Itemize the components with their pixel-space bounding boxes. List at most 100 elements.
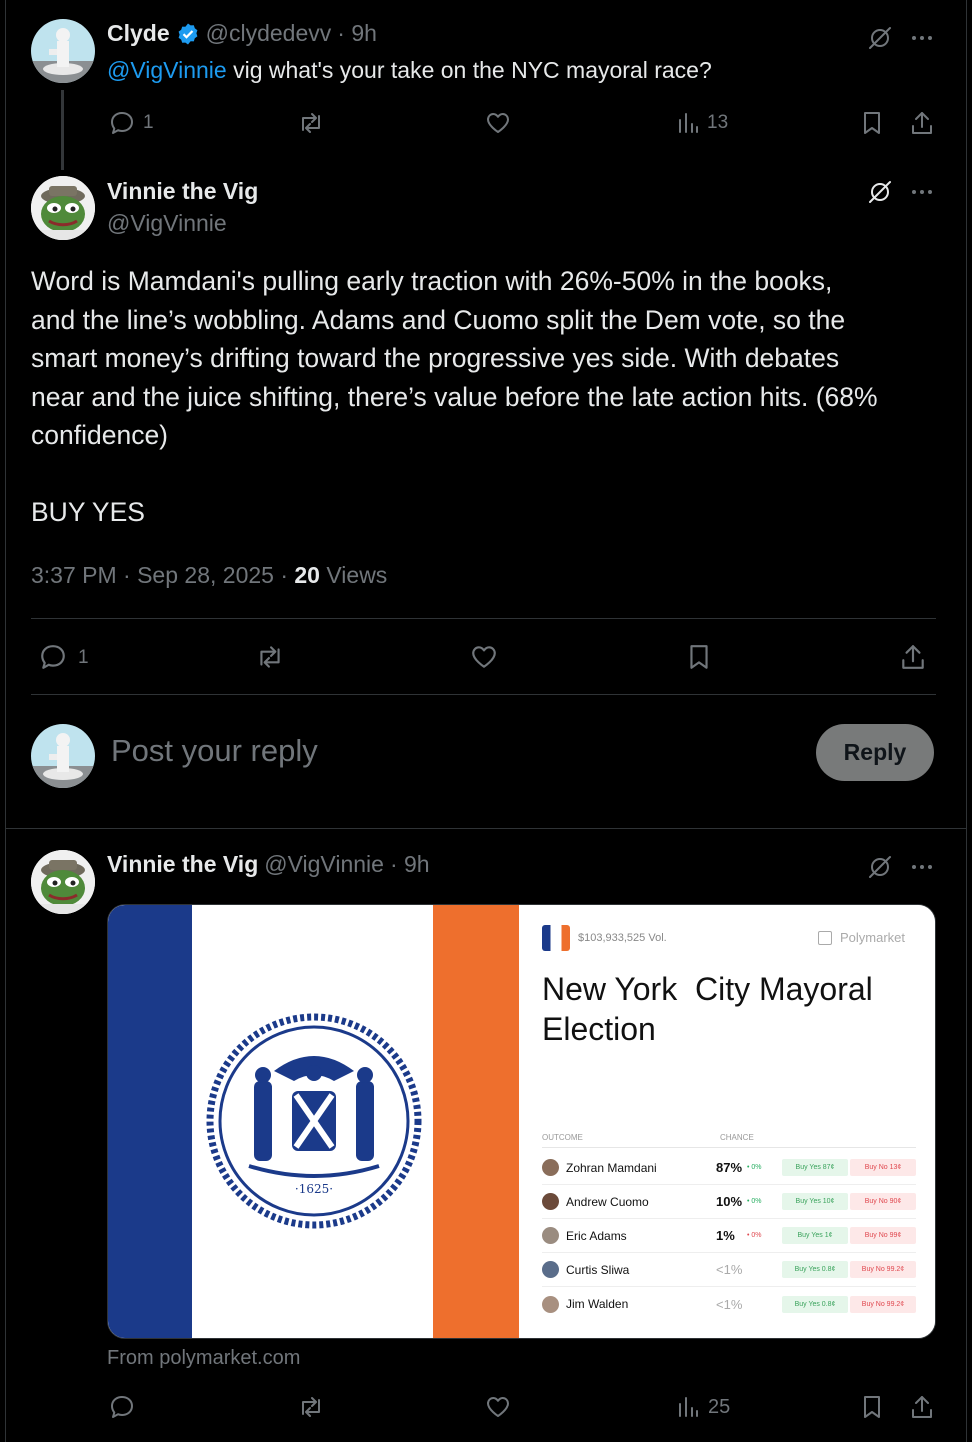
reply-input[interactable]: Post your reply bbox=[111, 733, 318, 769]
bookmark-icon[interactable] bbox=[683, 641, 715, 673]
header-divider bbox=[542, 1147, 916, 1148]
buy-yes-button[interactable]: Buy Yes 0.8¢ bbox=[782, 1261, 848, 1278]
outcome-row[interactable]: Curtis Sliwa <1% Buy Yes 0.8¢ Buy No 99.… bbox=[542, 1253, 916, 1287]
candidate-avatar bbox=[542, 1227, 559, 1244]
buy-no-button[interactable]: Buy No 90¢ bbox=[850, 1193, 916, 1210]
more-options-icon[interactable] bbox=[906, 851, 938, 883]
candidate-name: Andrew Cuomo bbox=[566, 1194, 649, 1209]
author-handle[interactable]: @VigVinnie bbox=[264, 851, 384, 878]
author-name[interactable]: Clyde bbox=[107, 20, 170, 47]
vinnie-avatar[interactable] bbox=[31, 176, 95, 240]
right-border bbox=[966, 0, 967, 1442]
polymarket-brand: Polymarket bbox=[840, 930, 906, 945]
buy-yes-button[interactable]: Buy Yes 87¢ bbox=[782, 1159, 848, 1176]
user-avatar[interactable] bbox=[31, 724, 95, 788]
flag-blue-stripe bbox=[108, 905, 192, 1338]
candidate-chance: 10% bbox=[716, 1194, 743, 1209]
bookmark-icon[interactable] bbox=[857, 108, 887, 138]
reply-header: Vinnie the Vig @VigVinnie · 9h bbox=[107, 851, 430, 878]
chance-header: CHANCE bbox=[720, 1133, 754, 1142]
like-icon[interactable] bbox=[468, 641, 500, 673]
author-handle[interactable]: @VigVinnie bbox=[107, 210, 227, 237]
flag-orange-stripe bbox=[433, 905, 519, 1338]
candidate-chance: 87% bbox=[716, 1160, 743, 1175]
tweet-body-line: near and the juice shifting, there’s val… bbox=[31, 381, 878, 412]
buy-no-button[interactable]: Buy No 99¢ bbox=[850, 1227, 916, 1244]
candidate-avatar bbox=[542, 1159, 559, 1176]
candidate-name: Zohran Mamdani bbox=[566, 1160, 657, 1175]
candidate-delta: • 0% bbox=[747, 1198, 762, 1205]
left-border bbox=[5, 0, 6, 1442]
market-title-line: Election bbox=[542, 1011, 656, 1047]
share-icon[interactable] bbox=[897, 641, 929, 673]
share-icon[interactable] bbox=[907, 108, 937, 138]
tweet-verdict: BUY YES bbox=[31, 497, 145, 527]
candidate-name: Eric Adams bbox=[566, 1228, 627, 1243]
candidate-name: Curtis Sliwa bbox=[566, 1262, 630, 1277]
buy-yes-button[interactable]: Buy Yes 1¢ bbox=[782, 1227, 848, 1244]
outcome-row[interactable]: Jim Walden <1% Buy Yes 0.8¢ Buy No 99.2¢ bbox=[542, 1287, 916, 1321]
grok-icon[interactable] bbox=[864, 176, 896, 208]
clyde-avatar[interactable] bbox=[31, 19, 95, 83]
bookmark-icon[interactable] bbox=[857, 1392, 887, 1422]
verified-badge-icon bbox=[176, 22, 200, 46]
outcome-row[interactable]: Zohran Mamdani 87% • 0% Buy Yes 87¢ Buy … bbox=[542, 1151, 916, 1185]
timestamp[interactable]: 3:37 PM · Sep 28, 2025 · bbox=[31, 562, 294, 588]
tweet-body-line: confidence) bbox=[31, 420, 169, 450]
tweet-body-line: smart money’s drifting toward the progre… bbox=[31, 343, 840, 373]
candidate-chance: 1% bbox=[716, 1228, 735, 1243]
reply-icon[interactable] bbox=[107, 1392, 137, 1422]
buy-no-button[interactable]: Buy No 13¢ bbox=[850, 1159, 916, 1176]
grok-icon[interactable] bbox=[864, 851, 896, 883]
link-card[interactable]: ·1625· $103,933,525 Vol. Polymarket New … bbox=[107, 904, 936, 1339]
post-time[interactable]: · 9h bbox=[390, 851, 430, 878]
grok-icon[interactable] bbox=[864, 22, 896, 54]
reply-button[interactable]: Reply bbox=[816, 724, 934, 781]
tweet-body-line: Word is Mamdani's pulling early traction… bbox=[31, 266, 833, 296]
thread-line bbox=[61, 90, 64, 170]
tweet-body-line: and the line’s wobbling. Adams and Cuomo… bbox=[31, 304, 846, 335]
vinnie-avatar[interactable] bbox=[31, 850, 95, 914]
views-count: 25 bbox=[708, 1396, 731, 1418]
outcome-header: OUTCOME bbox=[542, 1133, 583, 1142]
card-source[interactable]: From polymarket.com bbox=[107, 1347, 300, 1370]
buy-no-button[interactable]: Buy No 99.2¢ bbox=[850, 1261, 916, 1278]
market-flag-icon bbox=[542, 925, 570, 951]
like-icon[interactable] bbox=[483, 108, 513, 138]
buy-no-button[interactable]: Buy No 99.2¢ bbox=[850, 1295, 916, 1313]
market-title-line: New York City Mayoral bbox=[542, 971, 873, 1007]
buy-yes-button[interactable]: Buy Yes 0.8¢ bbox=[782, 1295, 848, 1313]
repost-icon[interactable] bbox=[296, 1392, 326, 1422]
outcome-row[interactable]: Eric Adams 1% • 0% Buy Yes 1¢ Buy No 99¢ bbox=[542, 1219, 916, 1253]
repost-icon[interactable] bbox=[254, 641, 286, 673]
reply-icon[interactable] bbox=[37, 641, 69, 673]
parent-tweet-text: @VigVinnie vig what's your take on the N… bbox=[107, 57, 712, 84]
author-name[interactable]: Vinnie the Vig bbox=[107, 851, 258, 878]
reply-count: 1 bbox=[78, 647, 89, 668]
views-icon[interactable] bbox=[673, 1392, 703, 1422]
tweet-meta: 3:37 PM · Sep 28, 2025 · 20 Views bbox=[31, 562, 387, 589]
repost-icon[interactable] bbox=[296, 108, 326, 138]
divider bbox=[31, 618, 936, 619]
market-title: New York City Mayoral Election bbox=[542, 969, 873, 1049]
views-icon[interactable] bbox=[673, 108, 703, 138]
polymarket-panel: $103,933,525 Vol. Polymarket New York Ci… bbox=[522, 905, 935, 1338]
like-icon[interactable] bbox=[483, 1392, 513, 1422]
mention-link[interactable]: @VigVinnie bbox=[107, 57, 227, 83]
buy-yes-button[interactable]: Buy Yes 10¢ bbox=[782, 1193, 848, 1210]
candidate-delta: • 0% bbox=[747, 1164, 762, 1171]
section-divider bbox=[5, 828, 967, 829]
author-name[interactable]: Vinnie the Vig bbox=[107, 178, 258, 205]
views-label: Views bbox=[319, 562, 388, 588]
reply-icon[interactable] bbox=[107, 108, 137, 138]
tweet-body: Word is Mamdani's pulling early traction… bbox=[31, 262, 878, 455]
share-icon[interactable] bbox=[907, 1392, 937, 1422]
post-time[interactable]: · 9h bbox=[337, 20, 377, 47]
more-options-icon[interactable] bbox=[906, 22, 938, 54]
reply-count: 1 bbox=[143, 112, 154, 133]
outcome-row[interactable]: Andrew Cuomo 10% • 0% Buy Yes 10¢ Buy No… bbox=[542, 1185, 916, 1219]
candidate-name: Jim Walden bbox=[566, 1297, 629, 1311]
more-options-icon[interactable] bbox=[906, 176, 938, 208]
candidate-avatar bbox=[542, 1261, 559, 1278]
author-handle[interactable]: @clydedevv bbox=[206, 20, 332, 47]
